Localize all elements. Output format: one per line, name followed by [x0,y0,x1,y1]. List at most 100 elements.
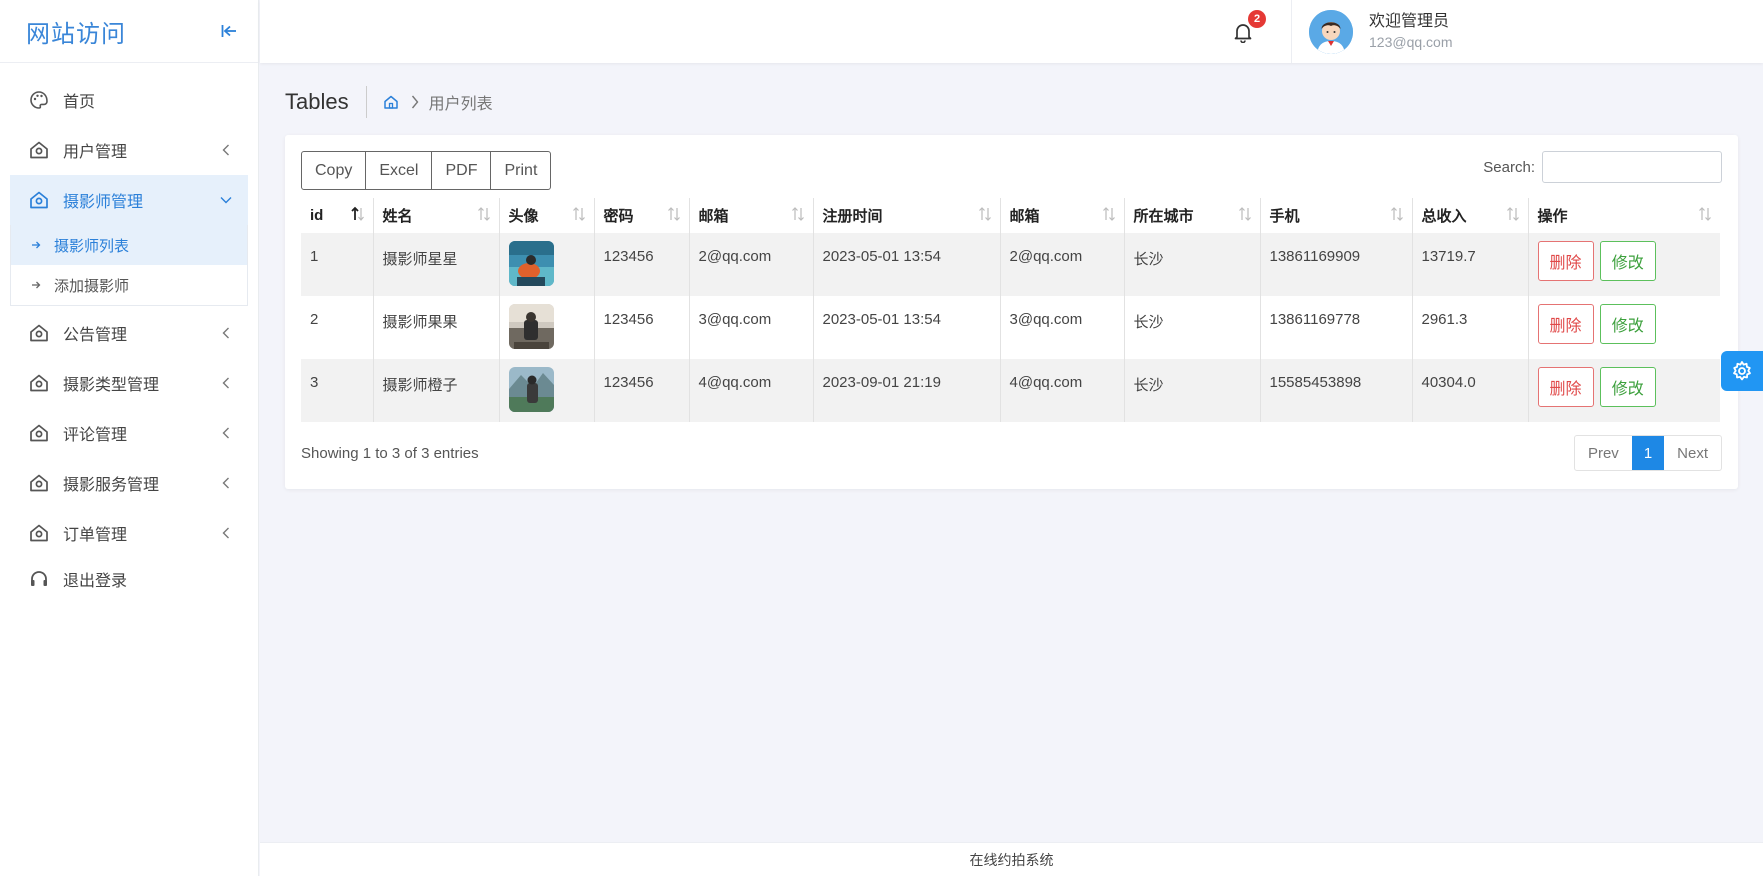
sort-icon [667,207,680,221]
sidebar-item-label: 用户管理 [63,144,128,161]
chevron-left-icon [220,144,232,156]
cell-income: 40304.0 [1412,359,1529,422]
sidebar-item-order-management[interactable]: 订单管理 [0,508,258,558]
sidebar-item-label: 摄影师管理 [63,194,144,211]
cell-registered: 2023-05-01 13:54 [813,296,1001,359]
chevron-left-icon [220,527,232,539]
settings-gear-icon[interactable] [1721,351,1763,391]
cell-avatar [499,296,595,359]
chevron-down-icon [220,194,232,206]
user-menu[interactable]: 欢迎管理员 123@qq.com [1291,0,1503,63]
sidebar-subitem-add-photographer[interactable]: 添加摄影师 [11,265,247,305]
cell-city: 长沙 [1124,296,1261,359]
sort-icon [477,207,490,221]
sidebar-subitem-label: 摄影师列表 [54,237,130,255]
brand-title[interactable]: 网站访问 [26,14,126,49]
user-info: 欢迎管理员 123@qq.com [1369,12,1452,52]
sort-icon [572,207,585,221]
cell-id: 1 [301,233,374,296]
sidebar-item-label: 公告管理 [63,327,128,344]
chevron-left-icon [220,427,232,439]
photo-thumbnail [508,241,554,286]
sidebar-item-label: 评论管理 [63,427,128,444]
sidebar-item-comment-management[interactable]: 评论管理 [0,408,258,458]
edit-button[interactable]: 修改 [1599,304,1656,344]
prev-page-button[interactable]: Prev [1575,436,1632,470]
delete-button[interactable]: 删除 [1537,367,1594,407]
avatar [1309,9,1353,54]
cell-income: 2961.3 [1412,296,1529,359]
sort-icon [1102,207,1115,221]
house-icon [28,322,50,344]
collapse-sidebar-icon[interactable] [218,20,240,42]
cell-password: 123456 [594,233,690,296]
column-header[interactable]: 操作 [1528,198,1720,233]
pdf-button[interactable]: PDF [432,152,492,189]
next-page-button[interactable]: Next [1664,436,1721,470]
pagination: Prev 1 Next [1573,435,1722,471]
footer-text: 在线约拍系统 [969,851,1054,868]
copy-button[interactable]: Copy [302,152,367,189]
sidebar-item-home[interactable]: 首页 [0,75,258,125]
user-name: 欢迎管理员 [1369,12,1450,30]
page-1-button[interactable]: 1 [1631,436,1665,470]
delete-button[interactable]: 删除 [1537,241,1594,281]
sidebar: 网站访问 首页 用户管理 摄影师管理 摄影师列表 添加摄影师 公告管理 摄影类型… [0,0,259,876]
column-header[interactable]: id [301,198,374,233]
delete-button[interactable]: 删除 [1537,304,1594,344]
photographer-submenu: 摄影师列表 添加摄影师 [10,225,248,306]
chevron-left-icon [220,477,232,489]
sidebar-item-photographer-management[interactable]: 摄影师管理 [10,175,248,225]
cell-password: 123456 [594,296,690,359]
column-header[interactable]: 姓名 [373,198,500,233]
cell-avatar [499,359,595,422]
excel-button[interactable]: Excel [366,152,433,189]
house-icon [28,139,50,161]
column-header[interactable]: 手机 [1260,198,1413,233]
sidebar-item-photo-service-management[interactable]: 摄影服务管理 [0,458,258,508]
user-email: 123@qq.com [1369,33,1453,50]
house-icon [28,522,50,544]
sidebar-item-label: 摄影服务管理 [63,477,160,494]
column-header[interactable]: 邮箱 [689,198,814,233]
column-header[interactable]: 邮箱 [1000,198,1125,233]
sidebar-item-logout[interactable]: 退出登录 [0,558,258,600]
cell-email: 4@qq.com [1000,359,1125,422]
column-header[interactable]: 密码 [594,198,690,233]
search-input[interactable] [1542,151,1722,183]
sidebar-item-announcement-management[interactable]: 公告管理 [0,308,258,358]
cell-id: 2 [301,296,374,359]
sidebar-item-user-management[interactable]: 用户管理 [0,125,258,175]
cell-email: 3@qq.com [1000,296,1125,359]
sort-icon [1238,207,1251,221]
cell-actions: 删除 修改 [1528,359,1720,422]
arrow-right-icon [31,280,45,290]
sort-icon [791,207,804,221]
house-icon [28,422,50,444]
cell-city: 长沙 [1124,233,1261,296]
sidebar-item-photo-type-management[interactable]: 摄影类型管理 [0,358,258,408]
edit-button[interactable]: 修改 [1599,241,1656,281]
sort-icon [1506,207,1519,221]
sidebar-menu: 首页 用户管理 摄影师管理 摄影师列表 添加摄影师 公告管理 摄影类型管理 评论… [0,63,258,600]
page-title: Tables [285,86,367,118]
headset-icon [28,568,50,590]
column-header[interactable]: 注册时间 [813,198,1001,233]
cell-name: 摄影师橙子 [373,359,500,422]
column-header[interactable]: 头像 [499,198,595,233]
sidebar-subitem-label: 添加摄影师 [54,277,130,295]
edit-button[interactable]: 修改 [1599,367,1656,407]
photo-thumbnail [508,304,554,349]
cell-registered: 2023-05-01 13:54 [813,233,1001,296]
column-header[interactable]: 总收入 [1412,198,1529,233]
sidebar-subitem-photographer-list[interactable]: 摄影师列表 [11,225,247,265]
search-label: Search: [1483,158,1535,176]
cell-name: 摄影师果果 [373,296,500,359]
cell-phone: 15585453898 [1260,359,1413,422]
arrow-right-icon [31,240,45,250]
column-header[interactable]: 所在城市 [1124,198,1261,233]
cell-phone: 13861169778 [1260,296,1413,359]
home-icon[interactable] [383,93,401,111]
photographer-table: id 姓名 头像 密码 邮箱 注册时间 邮箱 所在城市 手机 总收入 操作 1 … [301,198,1720,422]
print-button[interactable]: Print [491,152,550,189]
